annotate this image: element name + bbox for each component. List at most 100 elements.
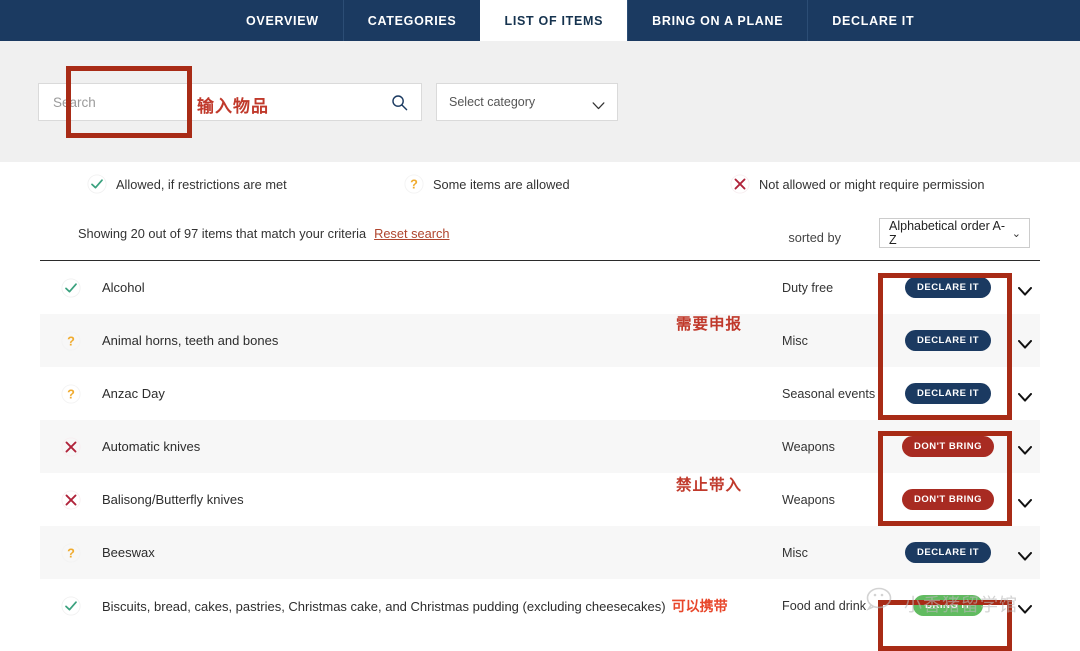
nav-tab-label: BRING ON A PLANE xyxy=(652,13,784,28)
cross-icon xyxy=(730,173,750,195)
table-row[interactable]: Alcohol Duty free DECLARE IT xyxy=(40,261,1040,314)
row-expand-toggle[interactable] xyxy=(1010,442,1040,455)
category-select-value: Select category xyxy=(449,95,536,109)
row-status-cell: ? xyxy=(40,383,102,405)
row-status-cell: ? xyxy=(40,330,102,352)
row-action-button-declare[interactable]: DECLARE IT xyxy=(905,330,991,351)
row-action-button-bringit[interactable]: BRING IT xyxy=(913,595,983,616)
legend-question-icon: ? xyxy=(404,174,424,194)
table-row[interactable]: ? Animal horns, teeth and bones Misc DECLAR… xyxy=(40,314,1040,367)
row-action-button-dontbring[interactable]: DON'T BRING xyxy=(902,489,994,510)
chevron-down-icon[interactable] xyxy=(1018,601,1032,614)
results-summary-text: Showing 20 out of 97 items that match yo… xyxy=(78,226,367,241)
question-icon: ? xyxy=(60,542,82,564)
row-item-name-text: Automatic knives xyxy=(102,439,201,454)
row-expand-toggle[interactable] xyxy=(1010,495,1040,508)
cross-icon xyxy=(60,489,82,511)
row-expand-toggle[interactable] xyxy=(1010,601,1040,614)
chevron-down-icon[interactable] xyxy=(1018,283,1032,296)
row-action-button-declare[interactable]: DECLARE IT xyxy=(905,277,991,298)
legend-check-icon xyxy=(87,174,107,194)
row-category: Misc xyxy=(782,333,808,348)
row-action-cell: DECLARE IT xyxy=(886,542,1010,563)
table-row[interactable]: ? Beeswax Misc DECLARE IT xyxy=(40,526,1040,579)
legend-item-label: Some items are allowed xyxy=(433,176,570,192)
legend-item-question: ? Some items are allowed xyxy=(404,174,570,194)
row-status-cell xyxy=(40,277,102,299)
nav-tab-categories[interactable]: CATEGORIES xyxy=(342,0,481,41)
category-select[interactable]: Select category xyxy=(436,83,618,121)
row-category: Seasonal events xyxy=(782,386,876,401)
row-expand-toggle[interactable] xyxy=(1010,336,1040,349)
row-status-cell xyxy=(40,436,102,458)
row-item-name: Biscuits, bread, cakes, pastries, Christ… xyxy=(102,596,782,616)
check-icon xyxy=(60,277,82,299)
row-action-cell: DON'T BRING xyxy=(886,489,1010,510)
legend-item-cross: Not allowed or might require permission xyxy=(730,174,984,194)
svg-text:?: ? xyxy=(67,333,75,348)
nav-tab-label: OVERVIEW xyxy=(246,13,319,28)
nav-tab-label: LIST OF ITEMS xyxy=(504,13,604,28)
row-item-name-text: Alcohol xyxy=(102,280,145,295)
row-item-name-text: Beeswax xyxy=(102,545,155,560)
status-legend: Allowed, if restrictions are met? Some it… xyxy=(40,162,1040,210)
row-action-cell: DECLARE IT xyxy=(886,277,1010,298)
row-category: Weapons xyxy=(782,492,835,507)
chevron-down-icon xyxy=(592,97,605,110)
row-expand-toggle[interactable] xyxy=(1010,548,1040,561)
row-action-cell: DECLARE IT xyxy=(886,383,1010,404)
row-item-name-text: Biscuits, bread, cakes, pastries, Christ… xyxy=(102,598,666,614)
table-row[interactable]: ? Anzac Day Seasonal events DECLARE IT xyxy=(40,367,1040,420)
chevron-down-icon[interactable] xyxy=(1018,495,1032,508)
legend-item-label: Not allowed or might require permission xyxy=(759,176,985,192)
row-expand-toggle[interactable] xyxy=(1010,389,1040,402)
row-action-cell: DECLARE IT xyxy=(886,330,1010,351)
svg-text:?: ? xyxy=(67,386,75,401)
chevron-down-icon[interactable] xyxy=(1018,336,1032,349)
question-icon: ? xyxy=(404,173,424,195)
nav-tab-label: CATEGORIES xyxy=(367,13,457,28)
table-row[interactable]: Automatic knives Weapons DON'T BRING xyxy=(40,420,1040,473)
row-item-name-text: Anzac Day xyxy=(102,386,165,401)
table-row[interactable]: Balisong/Butterfly knives Weapons DON'T BR… xyxy=(40,473,1040,526)
chevron-down-icon[interactable] xyxy=(1018,389,1032,402)
row-item-name-text: Balisong/Butterfly knives xyxy=(102,492,244,507)
sorted-by-label: sorted by xyxy=(788,230,841,245)
row-category: Duty free xyxy=(782,280,834,295)
sort-select[interactable]: Alphabetical order A-Z ⌄ xyxy=(879,218,1030,248)
nav-tab-bring-on-a-plane[interactable]: BRING ON A PLANE xyxy=(627,0,807,41)
row-expand-toggle[interactable] xyxy=(1010,283,1040,296)
row-action-button-dontbring[interactable]: DON'T BRING xyxy=(902,436,994,457)
legend-item-check: Allowed, if restrictions are met xyxy=(87,174,287,194)
nav-tab-declare-it[interactable]: DECLARE IT xyxy=(807,0,938,41)
nav-tab-list-of-items[interactable]: LIST OF ITEMS xyxy=(480,0,628,41)
row-category: Weapons xyxy=(782,439,835,454)
legend-item-label: Allowed, if restrictions are met xyxy=(116,176,287,192)
table-row[interactable]: Biscuits, bread, cakes, pastries, Christ… xyxy=(40,579,1040,632)
row-action-button-declare[interactable]: DECLARE IT xyxy=(905,383,991,404)
question-icon: ? xyxy=(60,383,82,405)
nav-tab-overview[interactable]: OVERVIEW xyxy=(222,0,343,41)
nav-tab-label: DECLARE IT xyxy=(832,13,915,28)
check-icon xyxy=(60,595,82,617)
reset-search-link[interactable]: Reset search xyxy=(374,226,449,241)
results-bar: Showing 20 out of 97 items that match yo… xyxy=(40,210,1040,260)
chevron-down-icon[interactable] xyxy=(1018,548,1032,561)
row-item-name: Alcohol xyxy=(102,280,782,295)
chevron-down-icon[interactable] xyxy=(1018,442,1032,455)
row-annotation-cn: 可以携带 xyxy=(671,598,728,615)
row-action-button-declare[interactable]: DECLARE IT xyxy=(905,542,991,563)
row-action-cell: BRING IT xyxy=(886,595,1010,616)
row-status-cell xyxy=(40,595,102,617)
search-highlight-box xyxy=(66,66,192,138)
main-navigation: OVERVIEW CATEGORIES LIST OF ITEMS BRING ON … xyxy=(0,0,1080,41)
chevron-down-icon: ⌄ xyxy=(1011,227,1021,240)
question-icon: ? xyxy=(60,330,82,352)
row-status-cell xyxy=(40,489,102,511)
search-annotation-cn: 输入物品 xyxy=(197,97,269,117)
row-item-name: Beeswax xyxy=(102,545,782,560)
svg-text:?: ? xyxy=(410,177,418,192)
dont-bring-annotation-cn: 禁止带入 xyxy=(676,476,743,494)
sort-select-value: Alphabetical order A-Z xyxy=(889,219,1006,247)
search-icon[interactable] xyxy=(391,94,408,111)
